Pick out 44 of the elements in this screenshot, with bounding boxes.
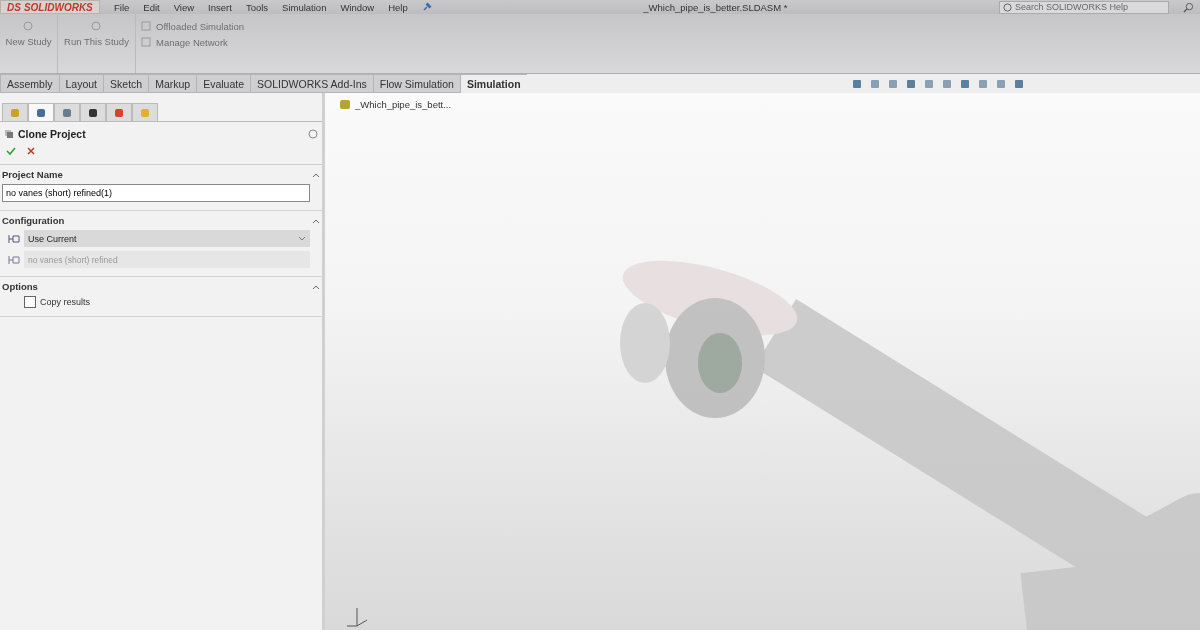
dropdown-caret-icon — [298, 235, 306, 242]
app-logo: DS SOLIDWORKS — [0, 0, 100, 14]
panel-tab[interactable] — [80, 103, 106, 121]
project-name-field[interactable]: no vanes (short) refined(1) — [2, 184, 310, 202]
tree-item[interactable]: _Which_pipe_is_bett... — [355, 99, 452, 110]
tab[interactable]: Sketch — [103, 74, 150, 93]
section-title: Project Name — [2, 169, 63, 180]
configuration-icon — [8, 233, 20, 244]
collapse-icon[interactable] — [312, 217, 320, 224]
document-title: _Which_pipe_is_better.SLDASM * — [643, 1, 788, 13]
property-manager-title: Clone Project — [18, 128, 87, 140]
menu-item[interactable]: Tools — [245, 1, 269, 13]
close-icon[interactable] — [26, 146, 36, 156]
copy-results-checkbox[interactable]: Copy results — [2, 296, 320, 308]
configuration-dropdown[interactable]: Use Current — [24, 230, 310, 247]
menu-item[interactable]: Simulation — [282, 1, 327, 13]
search-field[interactable]: Search SOLIDWORKS Help — [999, 0, 1169, 14]
search-icon[interactable] — [1183, 1, 1194, 13]
menu-item[interactable]: Edit — [143, 1, 160, 13]
section-title: Configuration — [2, 215, 65, 226]
menu-item[interactable]: File — [114, 1, 130, 13]
tab[interactable]: SOLIDWORKS Add-Ins — [250, 74, 374, 93]
panel-tab[interactable] — [28, 103, 54, 121]
tab[interactable]: Layout — [58, 74, 105, 93]
collapse-icon[interactable] — [312, 171, 320, 178]
pin-icon[interactable] — [421, 2, 432, 12]
help-icon[interactable] — [308, 129, 318, 139]
ok-icon[interactable] — [6, 146, 16, 156]
menu-item[interactable]: Window — [340, 1, 375, 13]
tab[interactable]: Markup — [148, 74, 198, 93]
tab[interactable]: Evaluate — [196, 74, 252, 93]
menu-item[interactable]: Help — [388, 1, 408, 13]
collapse-icon[interactable] — [312, 283, 320, 290]
info-icon — [1003, 2, 1012, 12]
tab[interactable]: Assembly — [0, 74, 60, 93]
checkbox[interactable] — [24, 296, 36, 308]
clone-icon — [4, 129, 14, 139]
assembly-icon[interactable] — [339, 99, 351, 110]
tab[interactable]: Flow Simulation — [372, 74, 461, 93]
menu-item[interactable]: View — [173, 1, 195, 13]
section-title: Options — [2, 281, 38, 292]
tab[interactable]: Simulation — [459, 74, 528, 93]
menu-item[interactable]: Insert — [208, 1, 232, 13]
configuration-icon — [8, 254, 20, 265]
